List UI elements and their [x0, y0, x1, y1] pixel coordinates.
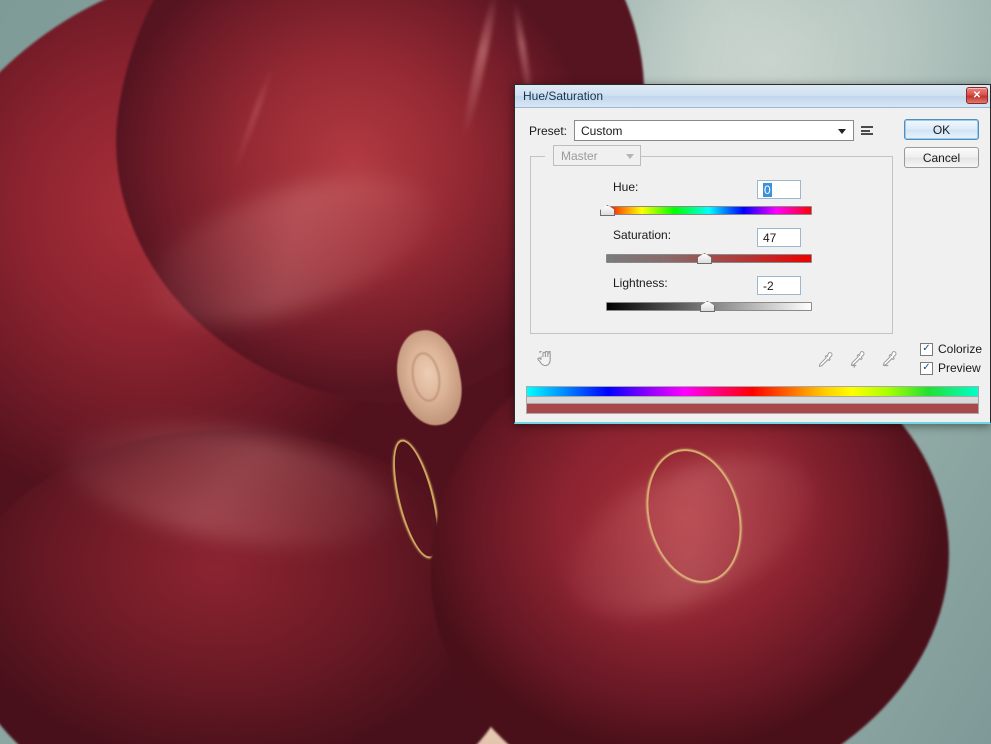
lightness-input[interactable]: -2	[757, 276, 801, 295]
colorize-label: Colorize	[938, 342, 982, 356]
channel-dropdown[interactable]: Master	[553, 145, 641, 166]
preset-value: Custom	[581, 124, 622, 138]
lightness-slider-track[interactable]	[606, 302, 812, 311]
lightness-label: Lightness:	[613, 276, 668, 290]
ok-button[interactable]: OK	[904, 119, 979, 140]
eyedropper-minus-icon[interactable]	[879, 350, 899, 370]
channel-value: Master	[561, 149, 598, 163]
result-color-bar	[526, 403, 979, 414]
saturation-slider-thumb[interactable]	[697, 253, 712, 264]
saturation-input[interactable]: 47	[757, 228, 801, 247]
chevron-down-icon	[838, 129, 846, 134]
color-bars	[526, 386, 979, 414]
dialog-title: Hue/Saturation	[523, 89, 603, 103]
preview-checkbox-row[interactable]: ✓ Preview	[920, 361, 982, 375]
preset-options-icon[interactable]	[861, 123, 877, 139]
checkmark-icon[interactable]: ✓	[920, 343, 933, 356]
close-icon[interactable]: ✕	[966, 87, 988, 104]
adjustment-group: Master Hue: 0 Saturation: 47	[530, 156, 893, 334]
dialog-titlebar[interactable]: Hue/Saturation ✕	[515, 85, 990, 108]
hue-slider-track[interactable]	[606, 206, 812, 215]
eyedropper-group	[815, 350, 899, 370]
checkmark-icon[interactable]: ✓	[920, 362, 933, 375]
preset-label: Preset:	[529, 124, 567, 138]
dialog-body: Preset: Custom OK Cancel Master Hue: 0	[515, 108, 990, 422]
eyedropper-plus-icon[interactable]	[847, 350, 867, 370]
options-group: ✓ Colorize ✓ Preview	[920, 342, 982, 375]
chevron-down-icon	[626, 154, 634, 159]
saturation-label: Saturation:	[613, 228, 671, 242]
hue-saturation-dialog: Hue/Saturation ✕ Preset: Custom OK Cance…	[514, 84, 991, 424]
source-spectrum-bar	[526, 386, 979, 397]
lightness-slider-thumb[interactable]	[700, 301, 715, 312]
hue-slider-thumb[interactable]	[600, 205, 615, 216]
on-image-adjust-hand-icon[interactable]	[533, 348, 559, 374]
preview-label: Preview	[938, 361, 981, 375]
hue-label: Hue:	[613, 180, 638, 194]
cancel-button[interactable]: Cancel	[904, 147, 979, 168]
hue-input[interactable]: 0	[757, 180, 801, 199]
preset-dropdown[interactable]: Custom	[574, 120, 854, 141]
saturation-slider-track[interactable]	[606, 254, 812, 263]
eyedropper-icon[interactable]	[815, 350, 835, 370]
colorize-checkbox-row[interactable]: ✓ Colorize	[920, 342, 982, 356]
